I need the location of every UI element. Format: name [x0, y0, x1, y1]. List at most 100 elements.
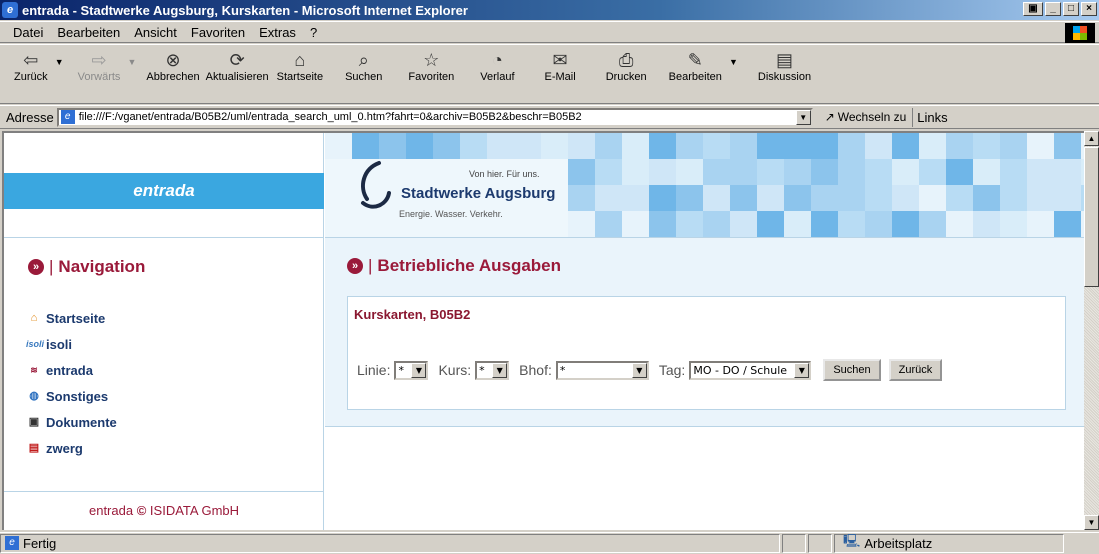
discuss-button[interactable]: ▤ Diskussion — [758, 49, 811, 84]
banner-tile — [433, 133, 460, 159]
minimize-button[interactable]: _ — [1045, 2, 1061, 16]
app-name-band: entrada — [4, 173, 324, 209]
menu-extras[interactable]: Extras — [252, 25, 303, 40]
back-button[interactable]: ⇦ Zurück ▼ — [14, 49, 64, 84]
status-text: e Fertig — [0, 533, 780, 553]
banner-tile — [865, 133, 892, 159]
banner-tile — [730, 211, 757, 237]
banner-tile — [1027, 185, 1054, 211]
scroll-thumb[interactable] — [1084, 147, 1099, 287]
banner-tile — [703, 211, 730, 237]
nav-item-isoli[interactable]: isoli isoli — [26, 331, 117, 357]
bhof-select[interactable]: * ▼ — [555, 360, 649, 380]
banner-tile — [973, 211, 1000, 237]
nav-item-zwerg[interactable]: ▤ zwerg — [26, 435, 117, 461]
banner-tile — [892, 133, 919, 159]
banner-tile — [838, 133, 865, 159]
section-heading: » | Betriebliche Ausgaben — [347, 256, 561, 276]
banner-tile — [703, 133, 730, 159]
forward-dropdown-icon[interactable]: ▼ — [128, 57, 137, 67]
history-button[interactable]: ◔ Verlauf — [480, 49, 514, 84]
banner-tile — [730, 133, 757, 159]
menu-help[interactable]: ? — [303, 25, 324, 40]
edit-button[interactable]: ✎ Bearbeiten ▼ — [669, 49, 738, 84]
banner-tile — [757, 133, 784, 159]
restore-icon[interactable]: ▣ — [1023, 2, 1043, 16]
stop-button[interactable]: ⊗ Abbrechen — [146, 49, 199, 84]
links-button[interactable]: Links — [917, 110, 947, 125]
print-button[interactable]: ⎙ Drucken — [606, 49, 647, 84]
brand-claim: Von hier. Für uns. — [469, 169, 540, 179]
linie-select[interactable]: * ▼ — [394, 360, 429, 380]
scroll-down-icon[interactable]: ▼ — [1084, 515, 1099, 530]
close-button[interactable]: × — [1081, 2, 1097, 16]
page-icon: e — [60, 110, 75, 124]
back-dropdown-icon[interactable]: ▼ — [55, 57, 64, 67]
banner-tile — [946, 159, 973, 185]
forward-arrow-icon: ⇨ — [91, 49, 107, 70]
banner-tile — [784, 159, 811, 185]
forward-button[interactable]: ⇨ Vorwärts ▼ — [78, 49, 137, 84]
page-content: entrada » | Navigation ⌂ Startseite isol… — [2, 131, 1085, 530]
banner-tile — [838, 185, 865, 211]
home-button[interactable]: ⌂ Startseite — [277, 49, 323, 84]
menu-bearbeiten[interactable]: Bearbeiten — [50, 25, 127, 40]
go-button[interactable]: ↗ Wechseln zu — [819, 107, 914, 127]
browser-window: e entrada - Stadtwerke Augsburg, Kurskar… — [0, 0, 1099, 553]
back-form-button[interactable]: Zurück — [888, 359, 943, 381]
edit-icon: ✎ — [687, 49, 703, 70]
nav-item-entrada[interactable]: ≋ entrada — [26, 357, 117, 383]
search-button[interactable]: ⌕ Suchen — [345, 49, 382, 84]
edit-dropdown-icon[interactable]: ▼ — [729, 57, 738, 67]
banner-tile — [703, 185, 730, 211]
menu-datei[interactable]: Datei — [6, 25, 50, 40]
copyright-icon: © — [136, 503, 147, 518]
banner-tile — [946, 185, 973, 211]
address-dropdown-icon[interactable]: ▼ — [795, 109, 811, 125]
mail-button[interactable]: ✉ E-Mail — [545, 49, 576, 84]
banner-tile — [973, 159, 1000, 185]
banner-tile — [838, 159, 865, 185]
menu-ansicht[interactable]: Ansicht — [127, 25, 184, 40]
favorites-button[interactable]: ☆ Favoriten — [408, 49, 454, 84]
banner-tile — [1000, 133, 1027, 159]
main-panel: » | Betriebliche Ausgaben Kurskarten, B0… — [325, 238, 1085, 426]
menu-favoriten[interactable]: Favoriten — [184, 25, 252, 40]
chevron-down-icon: ▼ — [492, 362, 508, 378]
tag-select[interactable]: MO - DO / Schule ▼ — [689, 360, 812, 380]
banner-tile — [325, 185, 352, 211]
chevron-down-icon: ▼ — [411, 362, 427, 378]
scroll-up-icon[interactable]: ▲ — [1084, 131, 1099, 146]
banner-tile — [649, 159, 676, 185]
banner-tile — [1054, 185, 1081, 211]
banner-tile — [352, 133, 379, 159]
search-icon: ⌕ — [358, 49, 369, 70]
address-input[interactable]: e file:///F:/vganet/entrada/B05B2/uml/en… — [56, 107, 813, 127]
header-banner: Von hier. Für uns. Stadtwerke Augsburg E… — [325, 133, 1085, 237]
home-icon: ⌂ — [30, 312, 38, 324]
refresh-button[interactable]: ⟳ Aktualisieren — [206, 49, 269, 84]
banner-tile — [1000, 159, 1027, 185]
search-submit-button[interactable]: Suchen — [823, 359, 881, 381]
banner-tile — [325, 133, 352, 159]
left-column: entrada » | Navigation ⌂ Startseite isol… — [4, 133, 324, 530]
vertical-scrollbar[interactable]: ▲ ▼ — [1084, 131, 1099, 530]
banner-tile — [946, 211, 973, 237]
globe-icon: ◍ — [29, 390, 39, 402]
navigation-heading: » | Navigation — [28, 257, 145, 277]
banner-tile — [622, 211, 649, 237]
banner-tile — [1054, 159, 1081, 185]
nav-list: ⌂ Startseite isoli isoli ≋ entrada ◍ Son… — [26, 305, 117, 461]
maximize-button[interactable]: □ — [1063, 2, 1079, 16]
linie-label: Linie: — [357, 362, 391, 378]
banner-tile — [1027, 159, 1054, 185]
banner-tile — [865, 159, 892, 185]
nav-item-sonstiges[interactable]: ◍ Sonstiges — [26, 383, 117, 409]
kurs-select[interactable]: * ▼ — [475, 360, 510, 380]
nav-item-startseite[interactable]: ⌂ Startseite — [26, 305, 117, 331]
status-bar: e Fertig 🖳 Arbeitsplatz — [0, 532, 1099, 553]
banner-tile — [784, 211, 811, 237]
banner-tile — [1054, 133, 1081, 159]
nav-item-dokumente[interactable]: ▣ Dokumente — [26, 409, 117, 435]
banner-tile — [865, 211, 892, 237]
